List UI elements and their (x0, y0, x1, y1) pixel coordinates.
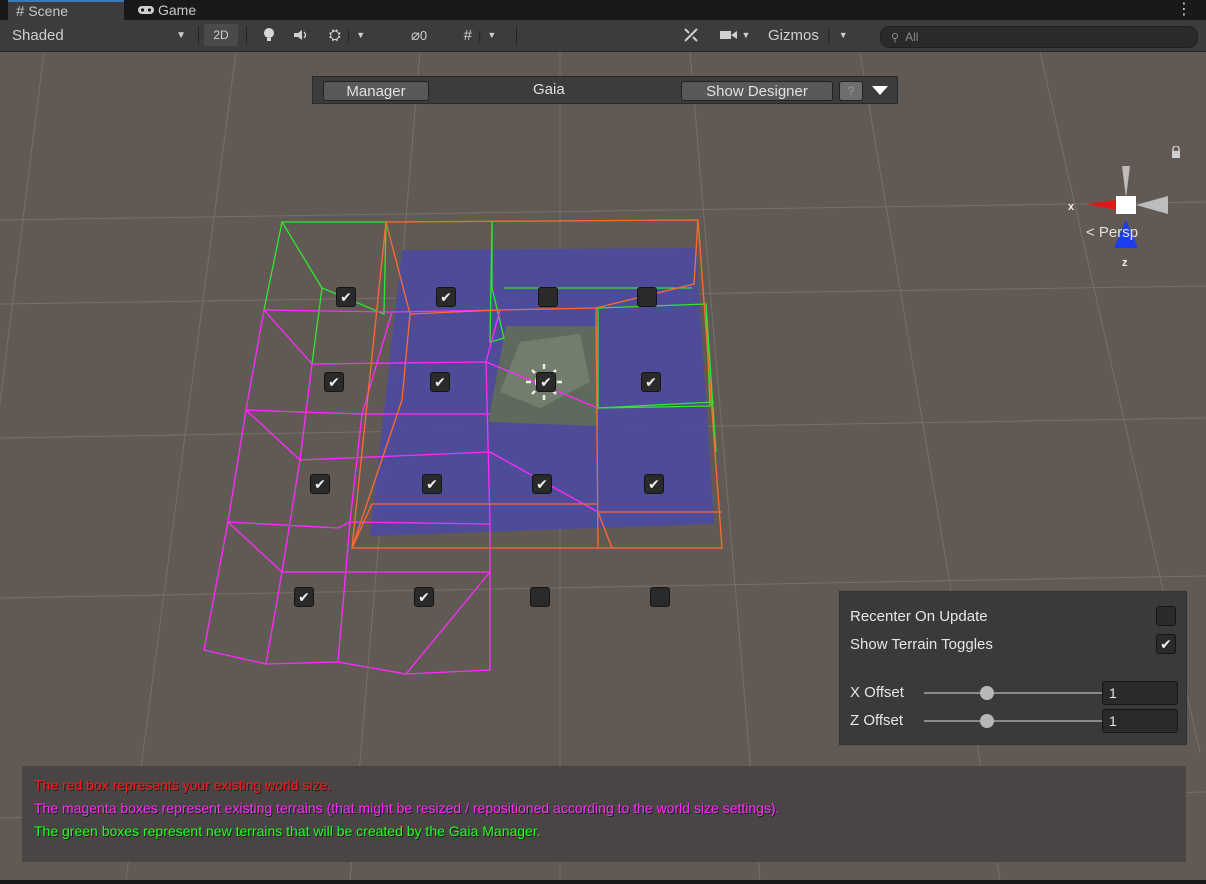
terrain-toggle-checkbox[interactable]: ✔ (294, 587, 314, 607)
toolbar-divider (198, 26, 199, 44)
terrain-toggle-checkbox[interactable]: ✔ (430, 372, 450, 392)
search-input[interactable]: ⚲ All (880, 26, 1198, 48)
toolbar-divider (246, 26, 247, 44)
x-offset-label: X Offset (850, 684, 904, 701)
search-icon: ⚲ (891, 31, 900, 44)
gizmo-center-cube (1116, 196, 1136, 214)
neg-x-axis-cone (1136, 196, 1168, 214)
magenta-box-description: The magenta boxes represent existing ter… (34, 800, 780, 816)
audio-toggle-icon[interactable] (288, 24, 314, 46)
terrain-toggle-checkbox[interactable]: ✔ (436, 287, 456, 307)
terrain-boxes-overlay (203, 219, 723, 675)
terrain-toggle-checkbox[interactable] (637, 287, 657, 307)
chevron-down-icon: ▼ (838, 30, 848, 40)
z-offset-label: Z Offset (850, 712, 904, 729)
toggle-2d-button[interactable]: 2D (204, 24, 238, 46)
search-placeholder: All (905, 30, 919, 44)
terrain-toggle-checkbox[interactable]: ✔ (536, 372, 556, 392)
show-toggles-checkbox[interactable]: ✔ (1156, 634, 1176, 654)
terrain-toggle-checkbox[interactable]: ✔ (641, 372, 661, 392)
terrain-toggle-checkbox[interactable] (538, 287, 558, 307)
tab-scene-label: Scene (28, 3, 69, 19)
terrain-toggle-checkbox[interactable]: ✔ (336, 287, 356, 307)
x-axis-label: x (1068, 201, 1075, 213)
world-settings-panel: Recenter On Update Show Terrain Toggles … (839, 591, 1187, 745)
gizmos-label: Gizmos (768, 26, 819, 44)
help-button[interactable]: ? (839, 81, 863, 101)
effects-dropdown[interactable]: ⛭ | ▼ (322, 24, 372, 46)
terrain-toggle-checkbox[interactable] (530, 587, 550, 607)
terrain-toggle-checkbox[interactable]: ✔ (414, 587, 434, 607)
manager-button[interactable]: Manager (323, 81, 429, 101)
gaia-title: Gaia (533, 81, 565, 98)
grid-icon: # (463, 26, 473, 44)
z-axis-label: z (1122, 257, 1128, 269)
red-box-description: The red box represents your existing wor… (34, 777, 332, 793)
terrain-toggle-checkbox[interactable]: ✔ (532, 474, 552, 494)
show-designer-button[interactable]: Show Designer (681, 81, 833, 101)
projection-toggle[interactable]: < Persp (1086, 224, 1138, 241)
tab-scene[interactable]: # Scene (8, 0, 124, 20)
terrain-toggle-checkbox[interactable]: ✔ (310, 474, 330, 494)
chevron-down-icon: ▼ (741, 30, 751, 40)
chevron-down-icon: ▼ (176, 29, 186, 41)
terrain-toggle-checkbox[interactable] (650, 587, 670, 607)
collapse-arrow-icon[interactable] (869, 81, 891, 101)
grid-hash-icon: # (16, 2, 25, 20)
recenter-label: Recenter On Update (850, 608, 988, 625)
z-offset-slider[interactable] (924, 720, 1122, 722)
lighting-toggle-icon[interactable] (256, 24, 282, 46)
camera-icon (719, 31, 737, 39)
chevron-down-icon: ▼ (487, 30, 497, 40)
camera-dropdown[interactable]: ▼ (712, 24, 758, 46)
y-axis-cone (1122, 166, 1130, 198)
gizmos-dropdown[interactable]: Gizmos | ▼ (764, 24, 870, 46)
tab-game[interactable]: Game (130, 0, 230, 20)
terrain-toggle-checkbox[interactable]: ✔ (644, 474, 664, 494)
eye-slash-icon: ⌀ (410, 27, 420, 44)
tab-bar: # Scene Game ⋮ (0, 0, 1206, 20)
recenter-checkbox[interactable] (1156, 606, 1176, 626)
tools-icon[interactable] (676, 24, 706, 46)
z-offset-slider-thumb[interactable] (980, 714, 994, 728)
effects-icon: ⛭ (328, 26, 341, 44)
gamepad-icon (138, 2, 154, 18)
tab-game-label: Game (158, 2, 197, 18)
x-offset-slider-thumb[interactable] (980, 686, 994, 700)
chevron-down-icon: ▼ (356, 30, 366, 40)
green-box-description: The green boxes represent new terrains t… (34, 823, 541, 839)
toolbar-divider (516, 26, 517, 44)
x-offset-field[interactable]: 1 (1102, 681, 1178, 705)
show-toggles-label: Show Terrain Toggles (850, 636, 993, 653)
hidden-objects-count: 0 (419, 27, 428, 43)
shading-mode-dropdown[interactable]: Shaded ▼ (4, 24, 194, 46)
x-offset-slider[interactable] (924, 692, 1122, 694)
legend-info-panel: The red box represents your existing wor… (22, 766, 1186, 862)
scene-viewport[interactable]: ✔ ✔ ✔ ✔ ✔ ✔ ✔ ✔ ✔ ✔ ✔ ✔ x z < Persp (0, 52, 1206, 880)
lock-icon[interactable] (1171, 146, 1181, 158)
shading-mode-label: Shaded (12, 26, 64, 44)
gaia-header-bar: Manager Gaia Show Designer ? (312, 76, 898, 104)
grid-snapping-dropdown[interactable]: # | ▼ (452, 24, 508, 46)
terrain-toggle-checkbox[interactable]: ✔ (422, 474, 442, 494)
terrain-toggle-checkbox[interactable]: ✔ (324, 372, 344, 392)
hidden-objects-toggle[interactable]: ⌀ 0 (396, 24, 442, 46)
more-options-icon[interactable]: ⋮ (1176, 0, 1192, 20)
z-offset-field[interactable]: 1 (1102, 709, 1178, 733)
x-axis-cone (1086, 200, 1116, 210)
